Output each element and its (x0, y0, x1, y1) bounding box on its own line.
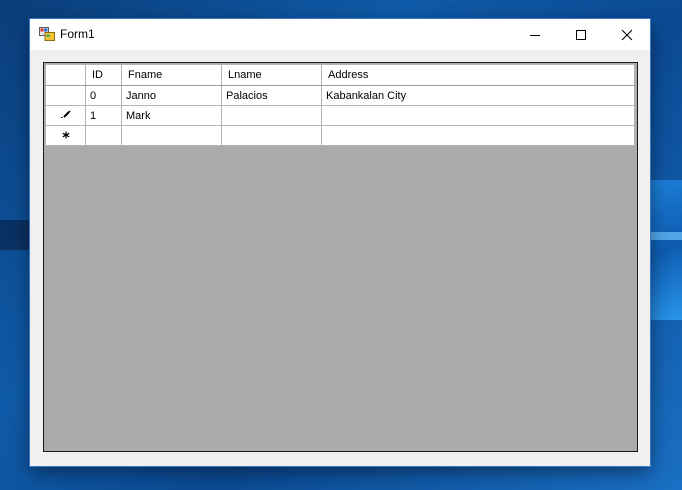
cell-address[interactable] (321, 105, 635, 126)
top-left-header-cell[interactable] (45, 64, 86, 86)
column-header-id[interactable]: ID (85, 64, 122, 86)
row-header[interactable] (45, 105, 86, 126)
cell-fname[interactable]: Mark (121, 105, 222, 126)
cell-fname[interactable] (121, 125, 222, 146)
cell-address[interactable]: Kabankalan City (321, 85, 635, 106)
minimize-icon (530, 34, 540, 36)
column-header-fname[interactable]: Fname (121, 64, 222, 86)
title-bar[interactable]: Form1 (30, 19, 650, 50)
table-row[interactable]: 0 Janno Palacios Kabankalan City (45, 85, 635, 106)
column-header-lname[interactable]: Lname (221, 64, 322, 86)
column-header-row: ID Fname Lname Address (45, 64, 635, 86)
form-window: Form1 ID Fname Lname Address 0 Janno Pal… (30, 19, 650, 466)
table-row-new[interactable] (45, 125, 635, 146)
maximize-icon (576, 29, 586, 40)
table-row[interactable]: 1 Mark (45, 105, 635, 126)
data-grid-table: ID Fname Lname Address 0 Janno Palacios … (45, 64, 635, 146)
cell-id[interactable]: 1 (85, 105, 122, 126)
cell-lname[interactable] (221, 125, 322, 146)
data-grid-view[interactable]: ID Fname Lname Address 0 Janno Palacios … (43, 62, 638, 452)
cell-address[interactable] (321, 125, 635, 146)
window-title: Form1 (60, 27, 95, 41)
minimize-button[interactable] (512, 19, 558, 50)
maximize-button[interactable] (558, 19, 604, 50)
row-header[interactable] (45, 85, 86, 106)
close-icon (621, 29, 633, 40)
column-header-address[interactable]: Address (321, 64, 635, 86)
cell-lname[interactable] (221, 105, 322, 126)
cell-id[interactable] (85, 125, 122, 146)
pencil-icon (60, 110, 71, 118)
app-form-icon (39, 27, 55, 41)
cell-fname[interactable]: Janno (121, 85, 222, 106)
close-button[interactable] (604, 19, 650, 50)
cell-id[interactable]: 0 (85, 85, 122, 106)
row-header[interactable] (45, 125, 86, 146)
cell-lname[interactable]: Palacios (221, 85, 322, 106)
new-row-asterisk-icon (62, 131, 69, 138)
